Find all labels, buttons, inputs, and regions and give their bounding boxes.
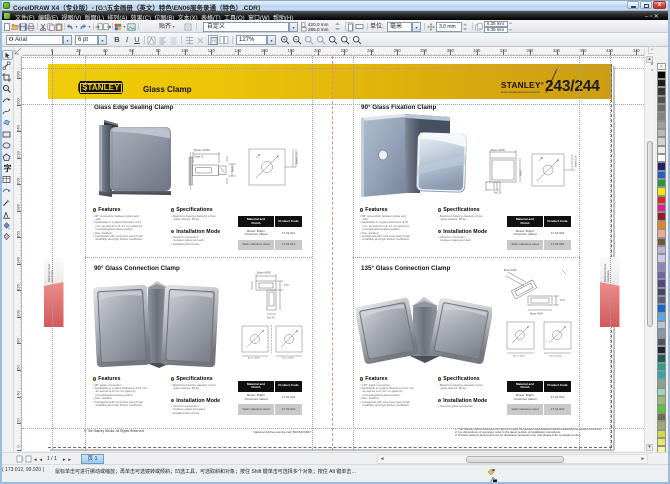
svg-text:Brass 40/50: Brass 40/50: [513, 355, 525, 358]
svg-text:Brass 40/50: Brass 40/50: [550, 355, 562, 358]
svg-text:8mm±0.25: 8mm±0.25: [575, 155, 578, 167]
svg-text:Brass 40/50: Brass 40/50: [491, 148, 505, 152]
svg-text:8±0.25: 8±0.25: [494, 192, 502, 195]
svg-text:19.5: 19.5: [560, 299, 565, 302]
svg-text:Brass 40/50: Brass 40/50: [248, 357, 260, 360]
svg-text:8mm±0.25: 8mm±0.25: [296, 152, 299, 164]
svg-text:Glass 10: Glass 10: [194, 156, 204, 159]
svg-text:38/42: 38/42: [232, 165, 235, 172]
svg-text:19.5: 19.5: [284, 284, 289, 287]
svg-text:8±0.25: 8±0.25: [267, 317, 275, 320]
svg-text:–: –: [295, 37, 298, 43]
svg-text:Brass 40/50: Brass 40/50: [194, 148, 210, 152]
svg-text:Brass 40/50: Brass 40/50: [282, 357, 294, 360]
svg-text:+: +: [283, 37, 286, 43]
svg-text:Brass 40/50: Brass 40/50: [530, 313, 543, 316]
svg-text:Brass 40/50: Brass 40/50: [257, 271, 271, 275]
svg-text:Brass 40/50: Brass 40/50: [504, 269, 517, 272]
svg-text:38/42: 38/42: [520, 169, 523, 176]
